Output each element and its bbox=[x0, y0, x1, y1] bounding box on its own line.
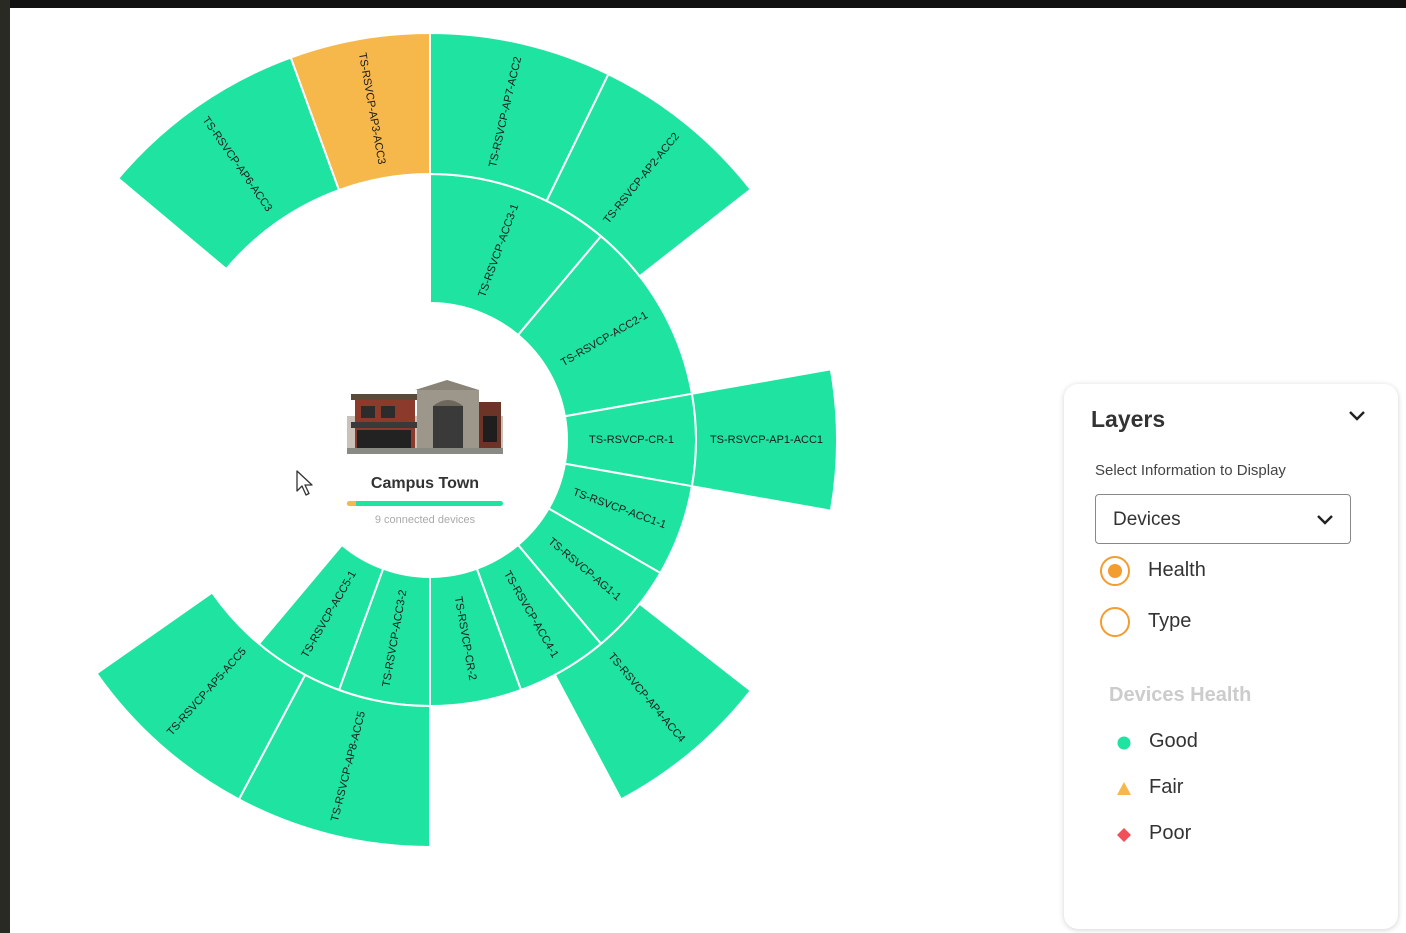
select-info-label: Select Information to Display bbox=[1095, 462, 1286, 479]
layers-panel: Layers Select Information to Display Dev… bbox=[1064, 384, 1398, 929]
radio-type-button[interactable] bbox=[1100, 607, 1130, 637]
window-top-edge bbox=[0, 0, 1406, 8]
poor-diamond-icon bbox=[1117, 828, 1131, 842]
display-info-select[interactable]: Devices bbox=[1095, 494, 1351, 544]
radio-health-button[interactable] bbox=[1100, 556, 1130, 586]
connected-devices-count: 9 connected devices bbox=[374, 514, 476, 526]
radio-type-label: Type bbox=[1148, 610, 1192, 632]
fair-triangle-icon bbox=[1117, 782, 1131, 795]
radio-selected-dot bbox=[1108, 564, 1122, 578]
radio-health-label: Health bbox=[1148, 559, 1206, 581]
select-value: Devices bbox=[1113, 509, 1181, 530]
legend-poor-label: Poor bbox=[1149, 822, 1192, 844]
dropdown-chevron-icon bbox=[1317, 515, 1333, 525]
layers-title: Layers bbox=[1091, 406, 1166, 432]
segment-label: TS-RSVCP-AP1-ACC1 bbox=[710, 434, 823, 446]
legend-fair-label: Fair bbox=[1149, 776, 1184, 798]
legend-good-label: Good bbox=[1149, 730, 1198, 752]
campus-center[interactable]: Campus Town 9 connected devices bbox=[340, 376, 510, 526]
window-left-edge bbox=[0, 0, 10, 933]
good-circle-icon bbox=[1117, 736, 1131, 750]
chevron-down-icon[interactable] bbox=[1347, 409, 1367, 423]
segment-label: TS-RSVCP-CR-1 bbox=[589, 434, 674, 446]
campus-health-bar bbox=[347, 501, 503, 506]
health-bar-fair-portion bbox=[347, 501, 357, 506]
legend-title: Devices Health bbox=[1109, 684, 1252, 706]
building-image bbox=[347, 376, 503, 454]
campus-title: Campus Town bbox=[370, 475, 480, 492]
mouse-cursor-icon bbox=[296, 470, 313, 496]
